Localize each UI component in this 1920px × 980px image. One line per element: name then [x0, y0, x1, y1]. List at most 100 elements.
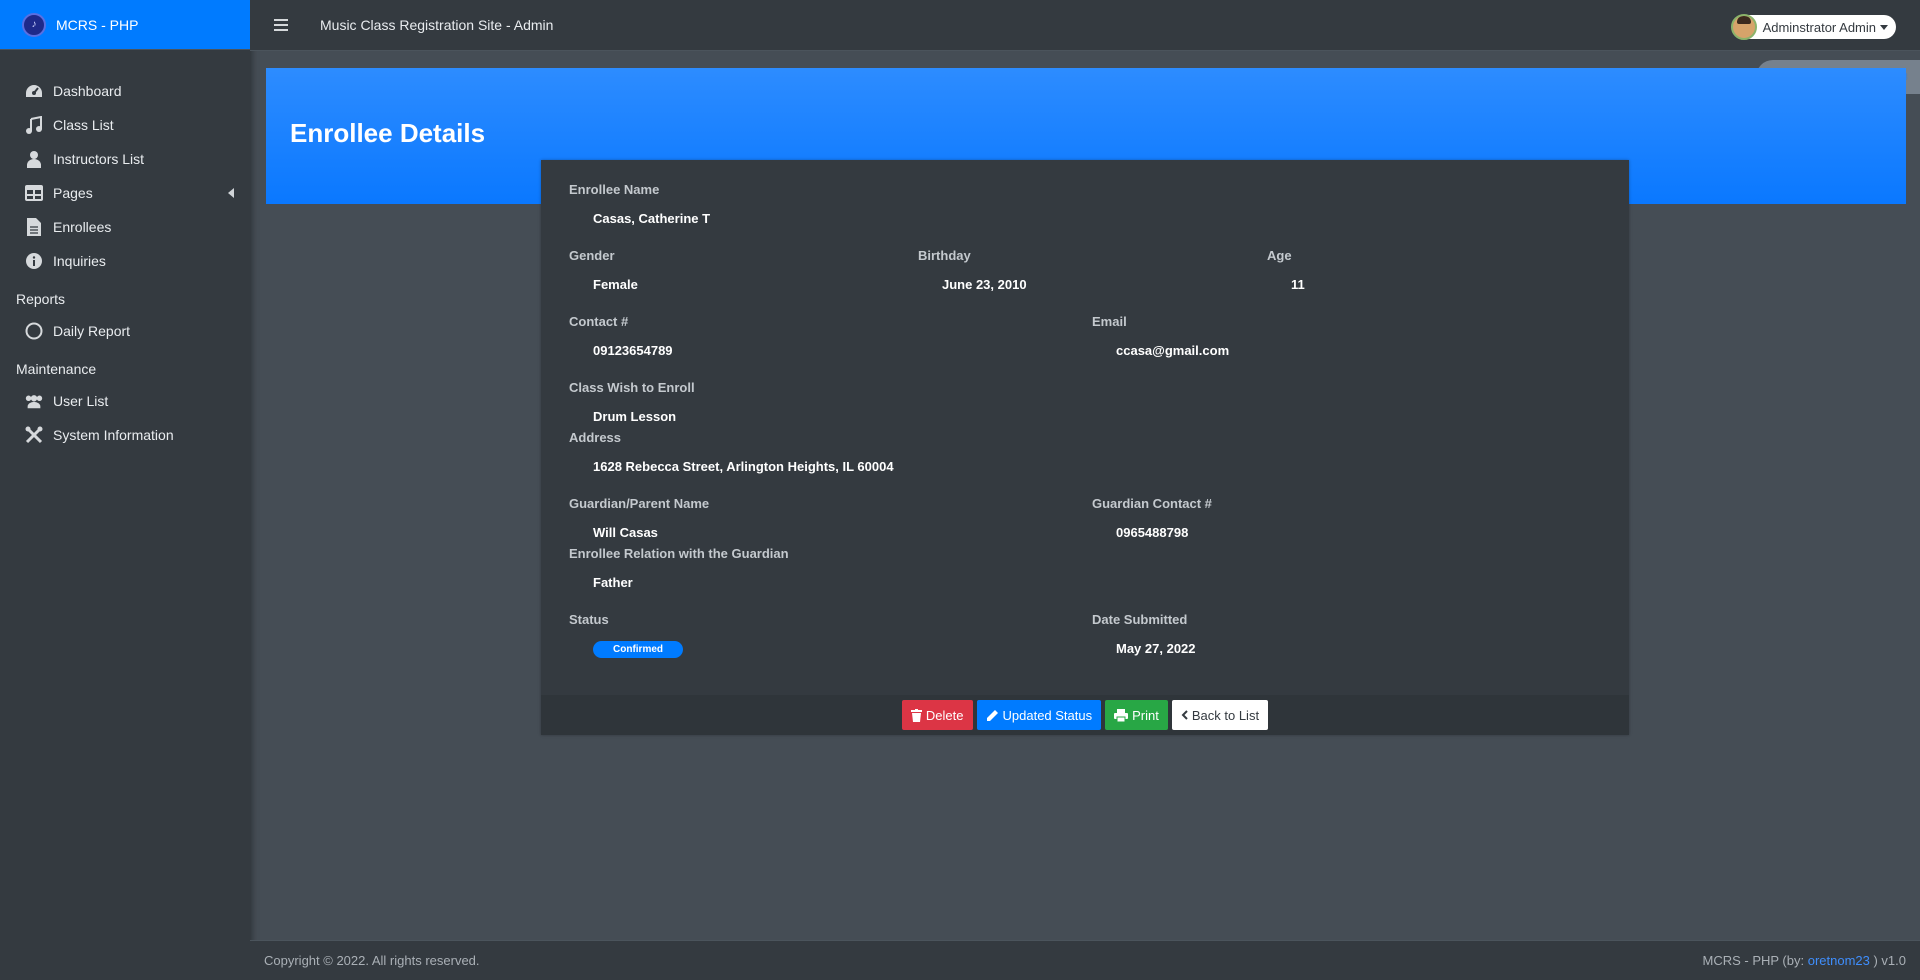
tools-icon [24, 426, 44, 444]
sidebar-item-label: Instructors List [53, 151, 145, 167]
field-value: Casas, Catherine T [593, 211, 711, 226]
brand-logo: ♪ [22, 12, 46, 37]
field-value: June 23, 2010 [942, 277, 1027, 292]
user-menu-button[interactable]: Adminstrator Admin [1730, 14, 1896, 40]
field-label: Date Submitted [1092, 612, 1188, 627]
back-to-list-button[interactable]: Back to List [1171, 700, 1269, 730]
brand-title: MCRS - PHP [56, 16, 139, 33]
field-value: Father [593, 575, 633, 590]
field-label: Address [569, 430, 622, 445]
nav-header-reports: Reports [16, 291, 66, 307]
update-status-button[interactable]: Updated Status [976, 700, 1102, 730]
sidebar-item-label: Pages [53, 185, 93, 201]
sidebar-item-system-information[interactable]: System Information [0, 418, 250, 452]
page-title: Enrollee Details [290, 118, 486, 148]
field-label: Gender [569, 248, 615, 263]
sidebar-item-label: Dashboard [53, 83, 122, 99]
print-icon [1114, 708, 1129, 722]
sidebar-item-dashboard[interactable]: Dashboard [0, 74, 250, 108]
music-icon [24, 116, 44, 134]
sidebar-item-daily-report[interactable]: Daily Report [0, 314, 250, 348]
instructor-icon [24, 150, 44, 168]
field-value: Female [593, 277, 638, 292]
credit-suffix: ) v1.0 [1869, 953, 1906, 968]
sidebar-item-inquiries[interactable]: Inquiries [0, 244, 250, 278]
field-label: Status [569, 612, 609, 627]
trash-icon [910, 708, 922, 722]
field-label: Guardian Contact # [1092, 496, 1212, 511]
field-gender: Gender Female [569, 248, 638, 292]
dashboard-icon [24, 82, 44, 100]
credit-text: MCRS - PHP (by: oretnom23 ) v1.0 [1703, 953, 1907, 968]
copyright-text: Copyright © 2022. All rights reserved. [264, 953, 480, 968]
brand[interactable]: ♪ MCRS - PHP [0, 0, 250, 50]
field-label: Class Wish to Enroll [569, 380, 695, 395]
field-contact: Contact # 09123654789 [569, 314, 673, 358]
sidebar-item-label: Class List [53, 117, 114, 133]
field-enrollee-name: Enrollee Name Casas, Catherine T [569, 182, 710, 226]
field-label: Enrollee Name [569, 182, 660, 197]
field-value: Will Casas [593, 525, 658, 540]
sidebar-item-class-list[interactable]: Class List [0, 108, 250, 142]
field-value: 1628 Rebecca Street, Arlington Heights, … [593, 459, 894, 474]
field-label: Email [1092, 314, 1127, 329]
field-value: May 27, 2022 [1116, 641, 1196, 656]
sidebar-item-user-list[interactable]: User List [0, 384, 250, 418]
field-value: 11 [1291, 277, 1305, 292]
field-guardian-contact: Guardian Contact # 0965488798 [1092, 496, 1212, 540]
status-badge: Confirmed [593, 641, 683, 658]
nav-header-maintenance: Maintenance [16, 361, 97, 377]
sidebar-item-label: Enrollees [53, 219, 112, 235]
sidebar-item-pages[interactable]: Pages [0, 176, 250, 210]
field-value: ccasa@gmail.com [1116, 343, 1230, 358]
chevron-down-icon [1880, 24, 1888, 30]
delete-button[interactable]: Delete [901, 700, 973, 730]
site-title: Music Class Registration Site - Admin [320, 17, 554, 33]
credit-prefix: MCRS - PHP (by: [1702, 953, 1808, 968]
sidebar-item-label: System Information [53, 427, 174, 443]
sidebar: ♪ MCRS - PHP Dashboard Class List Instru… [0, 0, 250, 980]
pencil-icon [986, 709, 999, 722]
field-value: Drum Lesson [593, 409, 677, 424]
sidebar-item-label: User List [53, 393, 109, 409]
sidebar-nav: Dashboard Class List Instructors List Pa… [0, 50, 250, 452]
menu-toggle-icon[interactable] [274, 19, 288, 31]
table-icon [24, 184, 44, 202]
card-body: Enrollee Name Casas, Catherine T Gender … [541, 160, 1629, 695]
info-icon [24, 252, 44, 270]
field-status: Status Confirmed [569, 612, 683, 658]
user-name: Adminstrator Admin [1762, 19, 1876, 35]
page-footer: Copyright © 2022. All rights reserved. M… [250, 940, 1920, 980]
field-address: Address 1628 Rebecca Street, Arlington H… [569, 430, 894, 474]
field-age: Age 11 [1267, 248, 1305, 292]
delete-button-label: Delete [925, 707, 964, 723]
sidebar-item-label: Inquiries [53, 253, 106, 269]
enrollee-details-card: Enrollee Name Casas, Catherine T Gender … [541, 160, 1629, 735]
sidebar-item-enrollees[interactable]: Enrollees [0, 210, 250, 244]
field-label: Enrollee Relation with the Guardian [569, 546, 789, 561]
field-guardian: Guardian/Parent Name Will Casas [569, 496, 709, 540]
print-button-label: Print [1132, 707, 1159, 723]
topbar: Music Class Registration Site - Admin Ad… [250, 0, 1920, 51]
field-value: 0965488798 [1116, 525, 1189, 540]
card-footer: Delete Updated Status Print Back to List [541, 695, 1629, 735]
field-relation: Enrollee Relation with the Guardian Fath… [569, 546, 789, 590]
field-value: 09123654789 [593, 343, 673, 358]
sidebar-item-instructors-list[interactable]: Instructors List [0, 142, 250, 176]
field-label: Age [1267, 248, 1292, 263]
users-icon [24, 392, 44, 410]
field-label: Guardian/Parent Name [569, 496, 710, 511]
print-button[interactable]: Print [1105, 700, 1168, 730]
field-date-submitted: Date Submitted May 27, 2022 [1092, 612, 1196, 656]
avatar [1730, 14, 1757, 40]
field-email: Email ccasa@gmail.com [1092, 314, 1229, 358]
update-status-button-label: Updated Status [1002, 707, 1093, 723]
field-label: Birthday [918, 248, 971, 263]
field-class: Class Wish to Enroll Drum Lesson [569, 380, 695, 424]
author-link[interactable]: oretnom23 [1808, 953, 1870, 968]
back-to-list-button-label: Back to List [1191, 707, 1260, 723]
chevron-left-icon [1181, 710, 1188, 720]
document-icon [24, 218, 44, 236]
chevron-left-icon[interactable] [228, 188, 234, 198]
field-label: Contact # [569, 314, 629, 329]
